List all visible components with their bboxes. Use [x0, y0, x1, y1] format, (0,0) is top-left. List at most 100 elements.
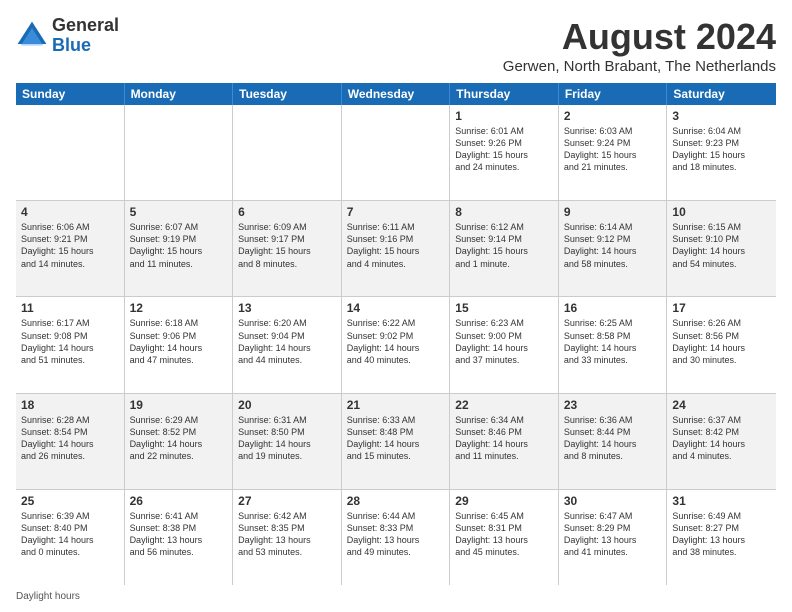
- day-number: 10: [672, 205, 771, 219]
- header-day-thursday: Thursday: [450, 83, 559, 105]
- day-info: Sunrise: 6:09 AM Sunset: 9:17 PM Dayligh…: [238, 221, 336, 270]
- cal-cell-r3-c5: 23 Sunrise: 6:36 AM Sunset: 8:44 PM Dayli…: [559, 394, 668, 489]
- day-info: Sunrise: 6:45 AM Sunset: 8:31 PM Dayligh…: [455, 510, 553, 559]
- day-number: 20: [238, 398, 336, 412]
- cal-cell-r4-c1: 26Sunrise: 6:41 AM Sunset: 8:38 PM Dayli…: [125, 490, 234, 585]
- day-info: Sunrise: 6:11 AM Sunset: 9:16 PM Dayligh…: [347, 221, 445, 270]
- cal-cell-r2-c2: 13Sunrise: 6:20 AM Sunset: 9:04 PM Dayli…: [233, 297, 342, 392]
- day-number: 11: [21, 301, 119, 315]
- day-number: 5: [130, 205, 228, 219]
- day-number: 28: [347, 494, 445, 508]
- logo-blue: Blue: [52, 36, 119, 56]
- cal-cell-r2-c0: 11 Sunrise: 6:17 AM Sunset: 9:08 PM Dayli…: [16, 297, 125, 392]
- cal-cell-r4-c6: 31Sunrise: 6:49 AM Sunset: 8:27 PM Dayli…: [667, 490, 776, 585]
- calendar-row-0: 1Sunrise: 6:01 AM Sunset: 9:26 PM Daylig…: [16, 105, 776, 201]
- day-info: Sunrise: 6:33 AM Sunset: 8:48 PM Dayligh…: [347, 414, 445, 463]
- calendar-row-2: 11 Sunrise: 6:17 AM Sunset: 9:08 PM Dayli…: [16, 297, 776, 393]
- cal-cell-r0-c6: 3 Sunrise: 6:04 AM Sunset: 9:23 PM Daylig…: [667, 105, 776, 200]
- day-info: Sunrise: 6:03 AM Sunset: 9:24 PM Dayligh…: [564, 125, 662, 174]
- day-info: Sunrise: 6:37 AM Sunset: 8:42 PM Dayligh…: [672, 414, 771, 463]
- calendar-body: 1Sunrise: 6:01 AM Sunset: 9:26 PM Daylig…: [16, 105, 776, 585]
- cal-cell-r0-c4: 1Sunrise: 6:01 AM Sunset: 9:26 PM Daylig…: [450, 105, 559, 200]
- day-info: Sunrise: 6:12 AM Sunset: 9:14 PM Dayligh…: [455, 221, 553, 270]
- logo: General Blue: [16, 16, 119, 56]
- cal-cell-r0-c1: [125, 105, 234, 200]
- cal-cell-r0-c5: 2Sunrise: 6:03 AM Sunset: 9:24 PM Daylig…: [559, 105, 668, 200]
- day-number: 24: [672, 398, 771, 412]
- day-number: 19: [130, 398, 228, 412]
- logo-icon: [16, 20, 48, 52]
- cal-cell-r3-c1: 19Sunrise: 6:29 AM Sunset: 8:52 PM Dayli…: [125, 394, 234, 489]
- day-info: Sunrise: 6:42 AM Sunset: 8:35 PM Dayligh…: [238, 510, 336, 559]
- cal-cell-r2-c5: 16 Sunrise: 6:25 AM Sunset: 8:58 PM Dayli…: [559, 297, 668, 392]
- day-number: 15: [455, 301, 553, 315]
- cal-cell-r1-c6: 10Sunrise: 6:15 AM Sunset: 9:10 PM Dayli…: [667, 201, 776, 296]
- cal-cell-r1-c1: 5Sunrise: 6:07 AM Sunset: 9:19 PM Daylig…: [125, 201, 234, 296]
- day-number: 6: [238, 205, 336, 219]
- cal-cell-r0-c3: [342, 105, 451, 200]
- day-number: 23: [564, 398, 662, 412]
- logo-text: General Blue: [52, 16, 119, 56]
- cal-cell-r1-c3: 7 Sunrise: 6:11 AM Sunset: 9:16 PM Daylig…: [342, 201, 451, 296]
- cal-cell-r1-c4: 8 Sunrise: 6:12 AM Sunset: 9:14 PM Daylig…: [450, 201, 559, 296]
- day-info: Sunrise: 6:18 AM Sunset: 9:06 PM Dayligh…: [130, 317, 228, 366]
- day-info: Sunrise: 6:39 AM Sunset: 8:40 PM Dayligh…: [21, 510, 119, 559]
- cal-cell-r2-c3: 14 Sunrise: 6:22 AM Sunset: 9:02 PM Dayli…: [342, 297, 451, 392]
- cal-cell-r2-c4: 15Sunrise: 6:23 AM Sunset: 9:00 PM Dayli…: [450, 297, 559, 392]
- cal-cell-r3-c0: 18 Sunrise: 6:28 AM Sunset: 8:54 PM Dayli…: [16, 394, 125, 489]
- cal-cell-r1-c0: 4Sunrise: 6:06 AM Sunset: 9:21 PM Daylig…: [16, 201, 125, 296]
- day-number: 8: [455, 205, 553, 219]
- header-day-tuesday: Tuesday: [233, 83, 342, 105]
- day-info: Sunrise: 6:14 AM Sunset: 9:12 PM Dayligh…: [564, 221, 662, 270]
- day-info: Sunrise: 6:04 AM Sunset: 9:23 PM Dayligh…: [672, 125, 771, 174]
- day-number: 14: [347, 301, 445, 315]
- day-info: Sunrise: 6:36 AM Sunset: 8:44 PM Dayligh…: [564, 414, 662, 463]
- day-number: 4: [21, 205, 119, 219]
- cal-cell-r4-c4: 29 Sunrise: 6:45 AM Sunset: 8:31 PM Dayli…: [450, 490, 559, 585]
- day-number: 27: [238, 494, 336, 508]
- cal-cell-r3-c4: 22Sunrise: 6:34 AM Sunset: 8:46 PM Dayli…: [450, 394, 559, 489]
- day-number: 12: [130, 301, 228, 315]
- day-number: 13: [238, 301, 336, 315]
- day-info: Sunrise: 6:28 AM Sunset: 8:54 PM Dayligh…: [21, 414, 119, 463]
- day-info: Sunrise: 6:47 AM Sunset: 8:29 PM Dayligh…: [564, 510, 662, 559]
- day-info: Sunrise: 6:25 AM Sunset: 8:58 PM Dayligh…: [564, 317, 662, 366]
- day-info: Sunrise: 6:26 AM Sunset: 8:56 PM Dayligh…: [672, 317, 771, 366]
- day-number: 3: [672, 109, 771, 123]
- cal-cell-r4-c3: 28Sunrise: 6:44 AM Sunset: 8:33 PM Dayli…: [342, 490, 451, 585]
- footer: Daylight hours: [16, 591, 776, 602]
- day-number: 7: [347, 205, 445, 219]
- header-day-friday: Friday: [559, 83, 668, 105]
- month-year: August 2024: [503, 16, 776, 58]
- day-number: 9: [564, 205, 662, 219]
- page: General Blue August 2024 Gerwen, North B…: [0, 0, 792, 612]
- location: Gerwen, North Brabant, The Netherlands: [503, 58, 776, 75]
- day-info: Sunrise: 6:41 AM Sunset: 8:38 PM Dayligh…: [130, 510, 228, 559]
- day-number: 21: [347, 398, 445, 412]
- day-info: Sunrise: 6:34 AM Sunset: 8:46 PM Dayligh…: [455, 414, 553, 463]
- calendar: SundayMondayTuesdayWednesdayThursdayFrid…: [16, 83, 776, 585]
- day-number: 30: [564, 494, 662, 508]
- day-info: Sunrise: 6:22 AM Sunset: 9:02 PM Dayligh…: [347, 317, 445, 366]
- day-info: Sunrise: 6:17 AM Sunset: 9:08 PM Dayligh…: [21, 317, 119, 366]
- day-number: 18: [21, 398, 119, 412]
- title-block: August 2024 Gerwen, North Brabant, The N…: [503, 16, 776, 75]
- cal-cell-r1-c5: 9 Sunrise: 6:14 AM Sunset: 9:12 PM Daylig…: [559, 201, 668, 296]
- footer-text: Daylight hours: [16, 591, 80, 602]
- cal-cell-r4-c5: 30 Sunrise: 6:47 AM Sunset: 8:29 PM Dayli…: [559, 490, 668, 585]
- cal-cell-r3-c2: 20Sunrise: 6:31 AM Sunset: 8:50 PM Dayli…: [233, 394, 342, 489]
- day-number: 16: [564, 301, 662, 315]
- cal-cell-r4-c0: 25Sunrise: 6:39 AM Sunset: 8:40 PM Dayli…: [16, 490, 125, 585]
- header-day-monday: Monday: [125, 83, 234, 105]
- calendar-row-4: 25Sunrise: 6:39 AM Sunset: 8:40 PM Dayli…: [16, 490, 776, 585]
- cal-cell-r0-c0: [16, 105, 125, 200]
- cal-cell-r2-c6: 17Sunrise: 6:26 AM Sunset: 8:56 PM Dayli…: [667, 297, 776, 392]
- cal-cell-r2-c1: 12 Sunrise: 6:18 AM Sunset: 9:06 PM Dayli…: [125, 297, 234, 392]
- day-info: Sunrise: 6:49 AM Sunset: 8:27 PM Dayligh…: [672, 510, 771, 559]
- calendar-header: SundayMondayTuesdayWednesdayThursdayFrid…: [16, 83, 776, 105]
- day-number: 29: [455, 494, 553, 508]
- calendar-row-3: 18 Sunrise: 6:28 AM Sunset: 8:54 PM Dayli…: [16, 394, 776, 490]
- cal-cell-r3-c3: 21 Sunrise: 6:33 AM Sunset: 8:48 PM Dayli…: [342, 394, 451, 489]
- header-day-saturday: Saturday: [667, 83, 776, 105]
- day-number: 1: [455, 109, 553, 123]
